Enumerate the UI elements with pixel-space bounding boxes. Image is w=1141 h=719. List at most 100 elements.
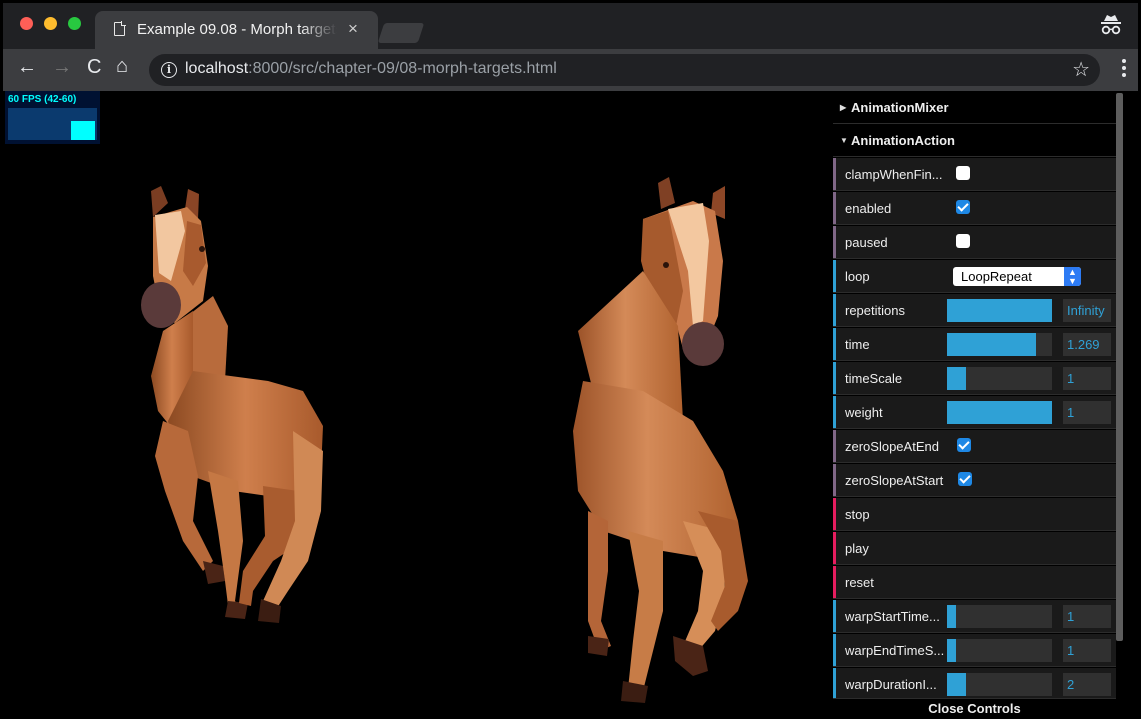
control-label: weight (845, 405, 883, 420)
control-label: play (845, 541, 869, 556)
repetitions-input[interactable]: Infinity (1063, 299, 1111, 322)
time-slider[interactable] (947, 333, 1052, 356)
control-timescale[interactable]: timeScale 1 (833, 362, 1116, 395)
control-label: clampWhenFin... (845, 167, 943, 182)
control-label: stop (845, 507, 870, 522)
window-close-button[interactable] (20, 17, 33, 30)
boolean-stripe (833, 226, 836, 258)
control-reset[interactable]: reset (833, 566, 1116, 599)
paused-checkbox[interactable] (956, 234, 970, 248)
timescale-slider[interactable] (947, 367, 1052, 390)
control-repetitions[interactable]: repetitions Infinity (833, 294, 1116, 327)
control-stop[interactable]: stop (833, 498, 1116, 531)
horse-model-left (141, 186, 323, 623)
timescale-input[interactable]: 1 (1063, 367, 1111, 390)
page-viewport: 60 FPS (42-60) ▶ AnimationMixer ▼ Animat… (3, 91, 1138, 719)
slider-fill (947, 367, 966, 390)
control-enabled[interactable]: enabled (833, 192, 1116, 225)
select-arrows-icon: ▲ ▼ (1064, 267, 1081, 286)
control-play[interactable]: play (833, 532, 1116, 565)
control-zeroslopeatend[interactable]: zeroSlopeAtEnd (833, 430, 1116, 463)
control-clampwhenfinished[interactable]: clampWhenFin... (833, 158, 1116, 191)
home-icon[interactable]: ⌂ (116, 55, 128, 78)
control-zeroslopeatstart[interactable]: zeroSlopeAtStart (833, 464, 1116, 497)
weight-input[interactable]: 1 (1063, 401, 1111, 424)
control-weight[interactable]: weight 1 (833, 396, 1116, 429)
clampwhenfinished-checkbox[interactable] (956, 166, 970, 180)
weight-slider[interactable] (947, 401, 1052, 424)
horse-model-right (573, 177, 748, 703)
slider-fill (947, 639, 957, 662)
folder-label: AnimationAction (851, 133, 955, 148)
browser-window: Example 09.08 - Morph targets × ← → C ⌂ … (0, 0, 1141, 719)
window-minimize-button[interactable] (44, 17, 57, 30)
loop-select[interactable]: LoopRepeat ▲ ▼ (953, 267, 1081, 286)
incognito-icon (1101, 15, 1121, 35)
new-tab-button[interactable] (377, 23, 425, 43)
gui-scrollbar[interactable] (1116, 93, 1123, 641)
number-stripe (833, 668, 836, 698)
url-text[interactable]: localhost:8000/src/chapter-09/08-morph-t… (185, 60, 557, 78)
slider-fill (947, 605, 957, 628)
control-loop[interactable]: loop LoopRepeat ▲ ▼ (833, 260, 1116, 293)
number-stripe (833, 396, 836, 428)
webgl-canvas[interactable] (3, 91, 833, 719)
url-path: :8000/src/chapter-09/08-morph-targets.ht… (248, 60, 557, 77)
number-stripe (833, 362, 836, 394)
fps-stats-panel[interactable]: 60 FPS (42-60) (5, 91, 100, 144)
warpduration-input[interactable]: 2 (1063, 673, 1111, 696)
expanded-triangle-icon: ▼ (840, 136, 848, 145)
warpstarttime-input[interactable]: 1 (1063, 605, 1111, 628)
close-controls-button[interactable]: Close Controls (833, 699, 1116, 716)
tab-close-icon[interactable]: × (348, 19, 358, 39)
control-label: timeScale (845, 371, 903, 386)
info-icon[interactable]: i (161, 62, 177, 78)
boolean-stripe (833, 464, 836, 496)
control-warpendtime[interactable]: warpEndTimeS... 1 (833, 634, 1116, 667)
number-stripe (833, 634, 836, 666)
control-label: repetitions (845, 303, 905, 318)
address-bar[interactable]: i localhost:8000/src/chapter-09/08-morph… (149, 54, 1100, 86)
control-paused[interactable]: paused (833, 226, 1116, 259)
control-label: paused (845, 235, 888, 250)
warpendtime-input[interactable]: 1 (1063, 639, 1111, 662)
boolean-stripe (833, 158, 836, 190)
control-warpstarttime[interactable]: warpStartTime... 1 (833, 600, 1116, 633)
browser-menu-icon[interactable] (1122, 59, 1126, 79)
number-stripe (833, 328, 836, 360)
reload-icon[interactable]: C (87, 56, 101, 79)
function-stripe (833, 498, 836, 530)
function-stripe (833, 532, 836, 564)
bookmark-star-icon[interactable]: ☆ (1072, 57, 1090, 82)
tab-active[interactable]: Example 09.08 - Morph targets × (95, 11, 378, 49)
browser-toolbar: ← → C ⌂ i localhost:8000/src/chapter-09/… (3, 49, 1138, 91)
control-warpduration[interactable]: warpDurationI... 2 (833, 668, 1116, 699)
repetitions-slider[interactable] (947, 299, 1052, 322)
control-time[interactable]: time 1.269 (833, 328, 1116, 361)
folder-animationmixer[interactable]: ▶ AnimationMixer (833, 91, 1116, 124)
warpduration-slider[interactable] (947, 673, 1052, 696)
control-label: warpDurationI... (845, 677, 937, 692)
fps-graph (8, 108, 97, 140)
control-label: warpEndTimeS... (845, 643, 945, 658)
warpendtime-slider[interactable] (947, 639, 1052, 662)
fps-graph-bars (71, 121, 95, 140)
time-input[interactable]: 1.269 (1063, 333, 1111, 356)
window-maximize-button[interactable] (68, 17, 81, 30)
forward-arrow-icon[interactable]: → (52, 56, 72, 79)
number-stripe (833, 600, 836, 632)
folder-animationaction[interactable]: ▼ AnimationAction (833, 124, 1116, 157)
slider-fill (947, 673, 966, 696)
control-label: reset (845, 575, 874, 590)
warpstarttime-slider[interactable] (947, 605, 1052, 628)
slider-fill (947, 401, 1052, 424)
boolean-stripe (833, 192, 836, 224)
url-host: localhost (185, 60, 249, 77)
enabled-checkbox[interactable] (956, 200, 970, 214)
document-icon (114, 21, 126, 36)
control-label: warpStartTime... (845, 609, 940, 624)
zeroslopeatend-checkbox[interactable] (957, 438, 971, 452)
back-arrow-icon[interactable]: ← (17, 56, 37, 79)
zeroslopeatstart-checkbox[interactable] (958, 472, 972, 486)
tab-title: Example 09.08 - Morph targets (137, 21, 337, 38)
